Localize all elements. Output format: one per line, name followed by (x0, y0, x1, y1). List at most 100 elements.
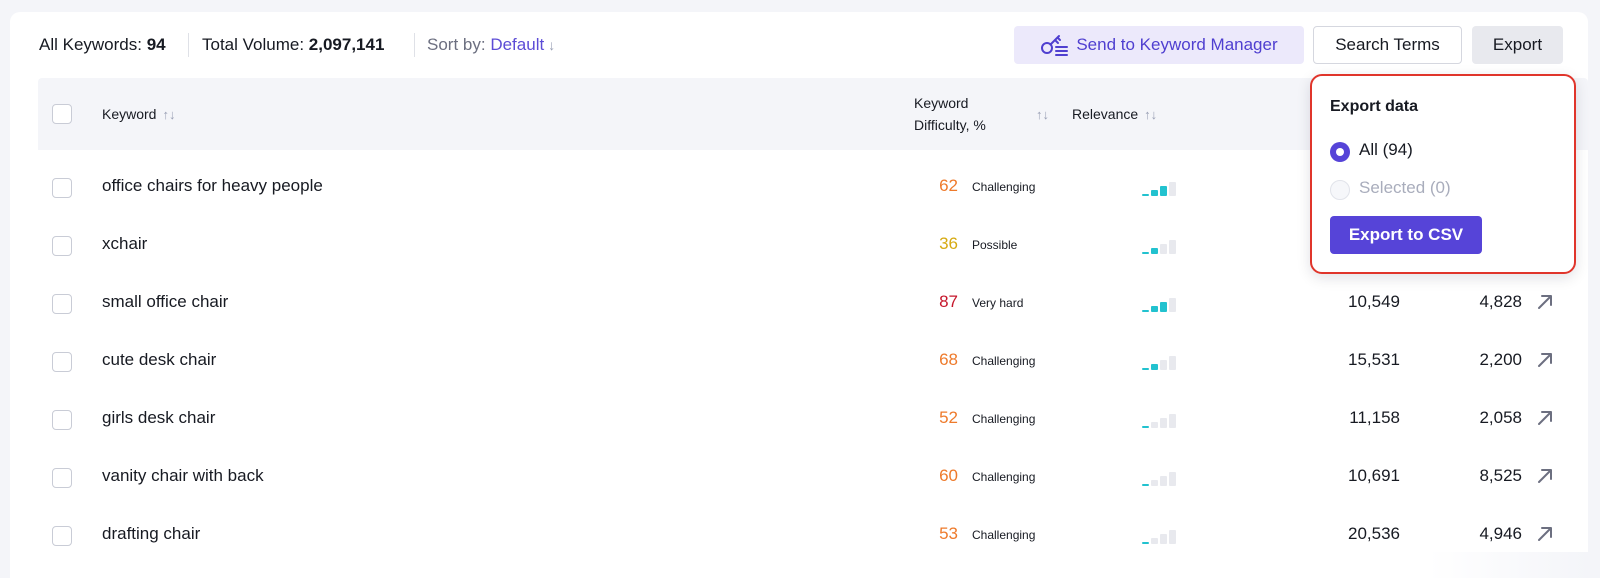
relevance-bar (1160, 534, 1167, 544)
difficulty-score: 87 (939, 292, 958, 311)
sort-value[interactable]: Default (490, 35, 544, 54)
open-keyword-arrow-icon[interactable] (1536, 293, 1554, 311)
export-selected-label[interactable]: Selected (0) (1359, 178, 1451, 198)
difficulty-score: 62 (939, 176, 958, 195)
relevance-bar (1142, 542, 1149, 544)
relevance-bar (1160, 244, 1167, 254)
difficulty-sort-icon[interactable]: ↑↓ (1030, 103, 1049, 126)
relevance-bar (1160, 418, 1167, 428)
table-row[interactable]: small office chair 87 Very hard 10,549 4,828 (38, 274, 1588, 332)
toolbar-divider (188, 33, 189, 57)
difficulty-label: Challenging (972, 354, 1036, 368)
relevance-bar (1151, 422, 1158, 428)
difficulty-score: 53 (939, 524, 958, 543)
relevance-header-label: Relevance (1072, 106, 1139, 122)
volume-cell: 15,531 (1348, 350, 1400, 369)
relevance-bars (1142, 468, 1182, 486)
sort-direction-icon: ↓ (548, 37, 556, 53)
relevance-bars (1142, 294, 1182, 312)
export-selected-radio[interactable] (1330, 180, 1350, 200)
relevance-bar (1160, 360, 1167, 370)
table-row[interactable]: cute desk chair 68 Challenging 15,531 2,200 (38, 332, 1588, 390)
keyword-cell[interactable]: girls desk chair (102, 408, 215, 428)
relevance-bar (1151, 364, 1158, 370)
relevance-bar (1142, 252, 1149, 254)
all-keywords-stat: All Keywords: 94 (39, 35, 166, 55)
relevance-bar (1169, 414, 1176, 428)
secondary-metric-cell: 4,946 (1479, 524, 1522, 543)
row-checkbox[interactable] (52, 468, 72, 488)
total-volume-stat: Total Volume: 2,097,141 (202, 35, 384, 55)
secondary-metric-cell: 4,828 (1479, 292, 1522, 311)
export-all-label[interactable]: All (94) (1359, 140, 1413, 160)
sort-dropdown[interactable]: Sort by: Default ↓ (427, 35, 555, 55)
export-data-popup: Export data All (94) Selected (0) Export… (1310, 74, 1576, 274)
relevance-bar (1151, 248, 1158, 254)
difficulty-score: 68 (939, 350, 958, 369)
difficulty-header-line2: Difficulty, % (914, 117, 986, 133)
toolbar: All Keywords: 94 Total Volume: 2,097,141… (10, 12, 1588, 76)
relevance-bar (1169, 472, 1176, 486)
send-to-keyword-manager-button[interactable]: Send to Keyword Manager (1014, 26, 1304, 64)
relevance-bars (1142, 236, 1182, 254)
key-list-icon (1040, 34, 1069, 56)
difficulty-label: Possible (972, 238, 1018, 252)
relevance-bar (1169, 182, 1176, 196)
row-checkbox[interactable] (52, 410, 72, 430)
total-volume-value: 2,097,141 (308, 35, 385, 54)
sort-icon[interactable]: ↑↓ (1036, 107, 1049, 122)
export-button[interactable]: Export (1472, 26, 1563, 64)
keyword-cell[interactable]: cute desk chair (102, 350, 216, 370)
sort-icon[interactable]: ↑↓ (162, 107, 175, 122)
open-keyword-arrow-icon[interactable] (1536, 351, 1554, 369)
open-keyword-arrow-icon[interactable] (1536, 409, 1554, 427)
bottom-fade (1428, 552, 1588, 578)
row-checkbox[interactable] (52, 526, 72, 546)
difficulty-header-line1: Keyword (914, 95, 969, 111)
column-header-keyword[interactable]: Keyword ↑↓ (102, 103, 175, 126)
open-keyword-arrow-icon[interactable] (1536, 467, 1554, 485)
keyword-cell[interactable]: drafting chair (102, 524, 200, 544)
column-header-relevance[interactable]: Relevance ↑↓ (1072, 103, 1157, 126)
table-row[interactable]: girls desk chair 52 Challenging 11,158 2,058 (38, 390, 1588, 448)
relevance-bar (1151, 480, 1158, 486)
export-to-csv-label: Export to CSV (1348, 225, 1464, 244)
relevance-bar (1160, 476, 1167, 486)
row-checkbox[interactable] (52, 352, 72, 372)
row-checkbox[interactable] (52, 294, 72, 314)
search-terms-button[interactable]: Search Terms (1313, 26, 1462, 64)
relevance-bar (1160, 186, 1167, 196)
row-checkbox[interactable] (52, 236, 72, 256)
relevance-bar (1142, 368, 1149, 370)
secondary-metric-cell: 8,525 (1479, 466, 1522, 485)
keyword-cell[interactable]: vanity chair with back (102, 466, 264, 486)
export-popup-title: Export data (1330, 98, 1419, 115)
toolbar-divider (414, 33, 415, 57)
relevance-bar (1169, 298, 1176, 312)
keyword-cell[interactable]: office chairs for heavy people (102, 176, 323, 196)
relevance-bar (1151, 190, 1158, 196)
secondary-metric-cell: 2,058 (1479, 408, 1522, 427)
export-all-radio[interactable] (1330, 142, 1350, 162)
relevance-bar (1151, 538, 1158, 544)
select-all-checkbox[interactable] (52, 104, 72, 124)
keyword-cell[interactable]: xchair (102, 234, 147, 254)
sort-icon[interactable]: ↑↓ (1144, 107, 1157, 122)
relevance-bar (1142, 426, 1149, 428)
column-header-difficulty[interactable]: Keyword Difficulty, % (914, 92, 986, 136)
table-row[interactable]: drafting chair 53 Challenging 20,536 4,946 (38, 506, 1588, 564)
all-keywords-label: All Keywords: (39, 35, 142, 54)
relevance-bars (1142, 526, 1182, 544)
table-row[interactable]: vanity chair with back 60 Challenging 10,69… (38, 448, 1588, 506)
relevance-bar (1169, 240, 1176, 254)
relevance-bar (1142, 484, 1149, 486)
row-checkbox[interactable] (52, 178, 72, 198)
volume-cell: 11,158 (1349, 408, 1400, 427)
volume-cell: 10,549 (1348, 292, 1400, 311)
export-to-csv-button[interactable]: Export to CSV (1330, 216, 1482, 254)
difficulty-label: Challenging (972, 528, 1036, 542)
open-keyword-arrow-icon[interactable] (1536, 525, 1554, 543)
relevance-bar (1142, 310, 1149, 312)
keyword-table-card: All Keywords: 94 Total Volume: 2,097,141… (10, 12, 1588, 578)
keyword-cell[interactable]: small office chair (102, 292, 228, 312)
